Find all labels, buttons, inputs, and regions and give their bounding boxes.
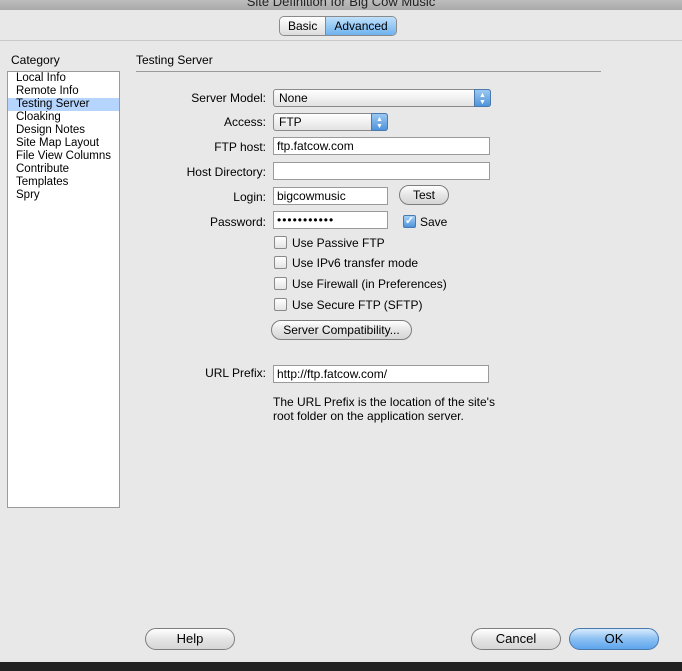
sftp-label: Use Secure FTP (SFTP)	[292, 298, 423, 312]
login-input[interactable]: bigcowmusic	[273, 187, 388, 205]
server-model-label: Server Model:	[191, 91, 266, 105]
category-item-design-notes[interactable]: Design Notes	[8, 124, 119, 137]
ok-button[interactable]: OK	[569, 628, 659, 650]
firewall-label: Use Firewall (in Preferences)	[292, 277, 447, 291]
tab-basic[interactable]: Basic	[280, 17, 326, 35]
cancel-button[interactable]: Cancel	[471, 628, 561, 650]
category-item-local-info[interactable]: Local Info	[8, 72, 119, 85]
select-arrows-icon: ▲ ▼	[371, 113, 388, 131]
save-password-checkbox[interactable]: ✓	[403, 215, 416, 228]
server-model-select[interactable]: None ▲ ▼	[273, 89, 491, 107]
save-password-label: Save	[420, 215, 448, 229]
firewall-checkbox[interactable]	[274, 277, 287, 290]
url-prefix-label: URL Prefix:	[205, 366, 266, 380]
passive-ftp-label: Use Passive FTP	[292, 236, 385, 250]
server-model-value: None	[279, 91, 308, 105]
category-title: Category	[11, 53, 60, 67]
category-item-cloaking[interactable]: Cloaking	[8, 111, 119, 124]
tab-advanced[interactable]: Advanced	[325, 17, 396, 35]
category-item-site-map-layout[interactable]: Site Map Layout	[8, 137, 119, 150]
category-list[interactable]: Local Info Remote Info Testing Server Cl…	[7, 71, 120, 508]
url-prefix-input[interactable]: http://ftp.fatcow.com/	[273, 365, 489, 383]
access-value: FTP	[279, 115, 302, 129]
title-bar: Site Definition for Big Cow Music	[0, 0, 682, 10]
help-button[interactable]: Help	[145, 628, 235, 650]
note-line-1: The URL Prefix is the location of the si…	[273, 395, 495, 409]
login-label: Login:	[233, 190, 266, 204]
access-select[interactable]: FTP ▲ ▼	[273, 113, 388, 131]
test-button[interactable]: Test	[399, 185, 449, 205]
password-input[interactable]: •••••••••••	[273, 211, 388, 229]
category-item-file-view-columns[interactable]: File View Columns	[8, 150, 119, 163]
category-item-spry[interactable]: Spry	[8, 189, 119, 202]
category-item-contribute[interactable]: Contribute	[8, 163, 119, 176]
toolbar-divider	[0, 40, 682, 41]
note-line-2: root folder on the application server.	[273, 409, 464, 423]
mode-switcher: Basic Advanced	[279, 16, 397, 36]
host-directory-label: Host Directory:	[186, 165, 266, 179]
host-directory-input[interactable]	[273, 162, 490, 180]
sftp-checkbox[interactable]	[274, 298, 287, 311]
section-divider	[136, 71, 601, 72]
category-item-templates[interactable]: Templates	[8, 176, 119, 189]
server-compatibility-button[interactable]: Server Compatibility...	[271, 320, 412, 340]
bottom-edge	[0, 662, 682, 671]
section-title: Testing Server	[136, 53, 213, 67]
passive-ftp-checkbox[interactable]	[274, 236, 287, 249]
url-prefix-note: The URL Prefix is the location of the si…	[273, 395, 513, 423]
password-label: Password:	[209, 215, 266, 229]
ipv6-label: Use IPv6 transfer mode	[292, 256, 419, 270]
category-item-remote-info[interactable]: Remote Info	[8, 85, 119, 98]
ftp-host-input[interactable]: ftp.fatcow.com	[273, 137, 490, 155]
ipv6-checkbox[interactable]	[274, 256, 287, 269]
select-arrows-icon: ▲ ▼	[474, 89, 491, 107]
ftp-host-label: FTP host:	[214, 140, 266, 154]
window-title: Site Definition for Big Cow Music	[246, 0, 436, 9]
access-label: Access:	[223, 115, 266, 129]
category-item-testing-server[interactable]: Testing Server	[8, 98, 119, 111]
